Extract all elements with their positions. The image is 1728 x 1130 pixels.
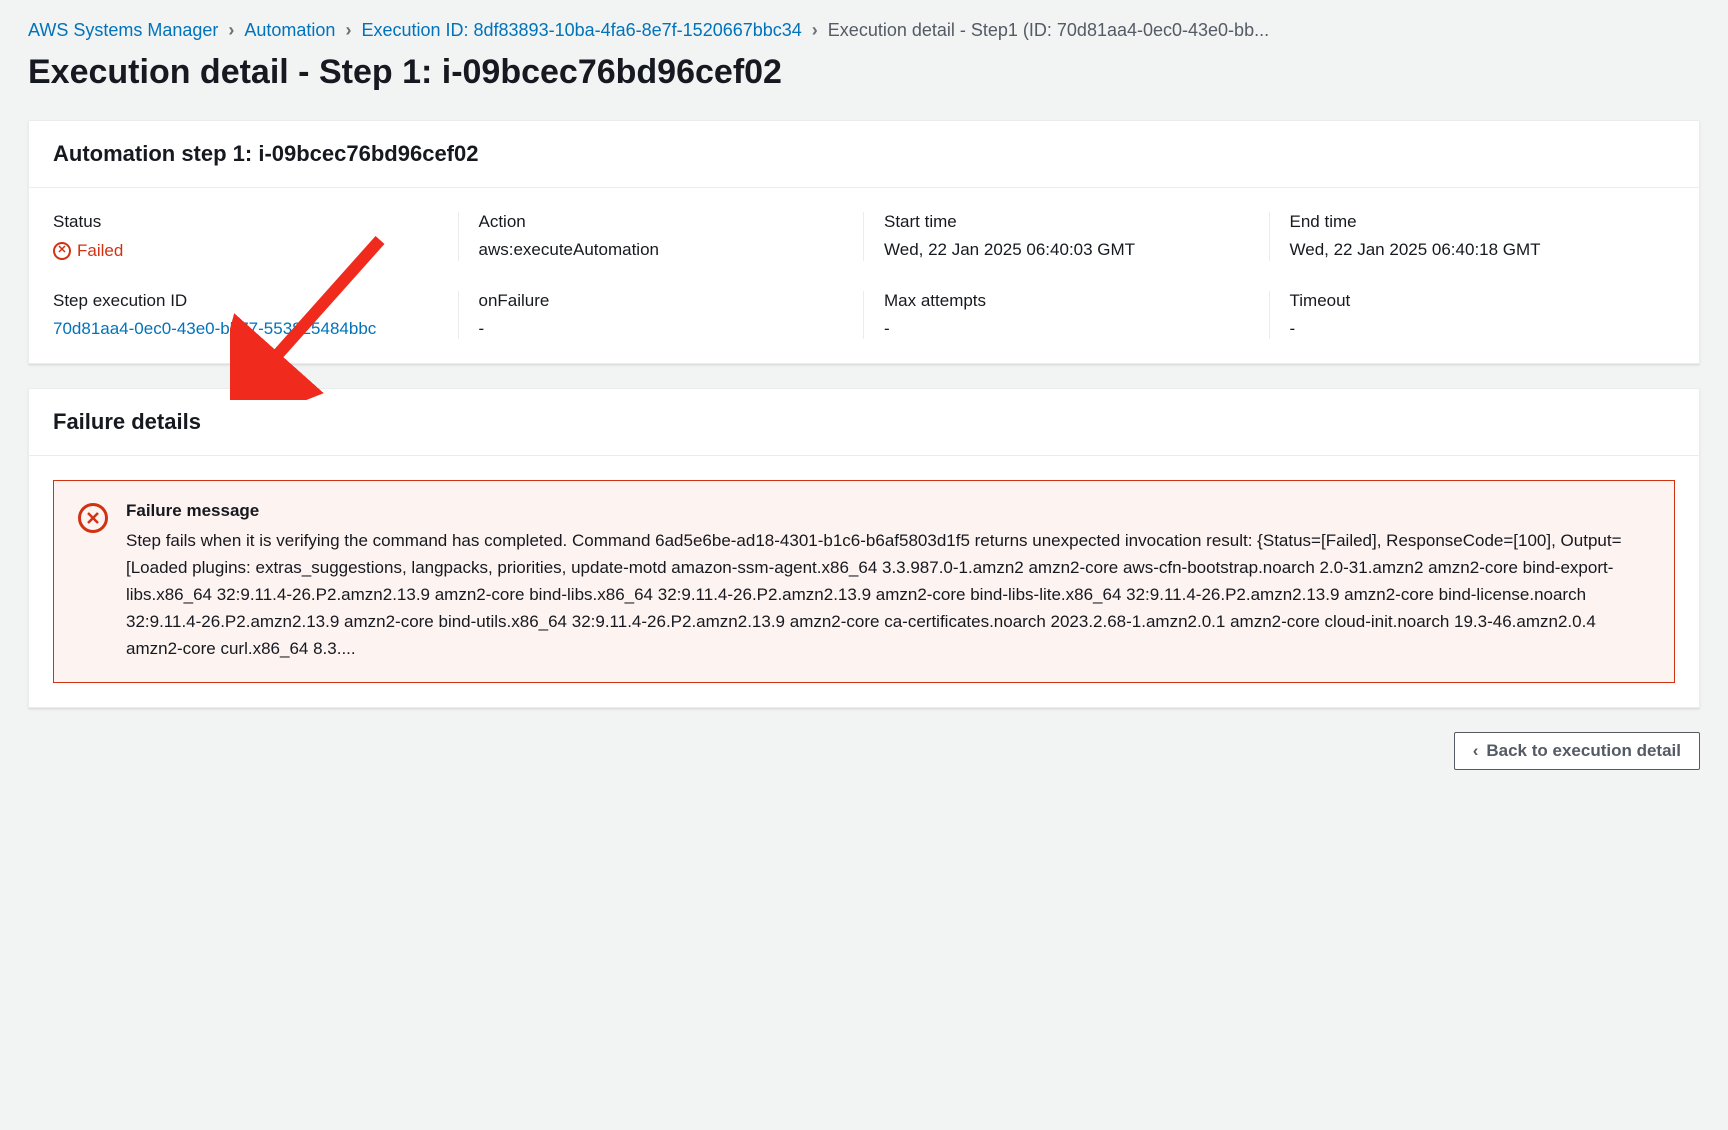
status-value: ✕ Failed — [53, 241, 123, 261]
end-time-label: End time — [1290, 212, 1656, 232]
automation-step-panel: Automation step 1: i-09bcec76bd96cef02 S… — [28, 120, 1700, 364]
field-onfailure: onFailure - — [459, 291, 865, 339]
automation-step-title: Automation step 1: i-09bcec76bd96cef02 — [53, 141, 1675, 167]
action-label: Action — [479, 212, 844, 232]
breadcrumb-link-automation[interactable]: Automation — [244, 20, 335, 41]
failure-message-title: Failure message — [126, 501, 1650, 521]
field-start-time: Start time Wed, 22 Jan 2025 06:40:03 GMT — [864, 212, 1270, 261]
field-step-execution-id: Step execution ID 70d81aa4-0ec0-43e0-bb7… — [53, 291, 459, 339]
failure-alert: Failure message Step fails when it is ve… — [53, 480, 1675, 684]
field-end-time: End time Wed, 22 Jan 2025 06:40:18 GMT — [1270, 212, 1676, 261]
onfailure-label: onFailure — [479, 291, 844, 311]
timeout-label: Timeout — [1290, 291, 1656, 311]
chevron-right-icon: › — [812, 20, 818, 41]
back-button-label: Back to execution detail — [1486, 741, 1681, 761]
start-time-label: Start time — [884, 212, 1249, 232]
field-timeout: Timeout - — [1270, 291, 1676, 339]
breadcrumb-link-systems-manager[interactable]: AWS Systems Manager — [28, 20, 218, 41]
status-text: Failed — [77, 241, 123, 261]
breadcrumb: AWS Systems Manager › Automation › Execu… — [28, 20, 1700, 41]
max-attempts-label: Max attempts — [884, 291, 1249, 311]
max-attempts-value: - — [884, 319, 1249, 339]
step-execution-id-value[interactable]: 70d81aa4-0ec0-43e0-bb77-553825484bbc — [53, 319, 438, 339]
field-status: Status ✕ Failed — [53, 212, 459, 261]
field-max-attempts: Max attempts - — [864, 291, 1270, 339]
start-time-value: Wed, 22 Jan 2025 06:40:03 GMT — [884, 240, 1249, 260]
error-circle-icon: ✕ — [53, 242, 71, 260]
chevron-left-icon: ‹ — [1473, 741, 1479, 761]
timeout-value: - — [1290, 319, 1656, 339]
breadcrumb-link-execution-id[interactable]: Execution ID: 8df83893-10ba-4fa6-8e7f-15… — [361, 20, 801, 41]
chevron-right-icon: › — [228, 20, 234, 41]
failure-details-panel: Failure details Failure message Step fai… — [28, 388, 1700, 709]
breadcrumb-current: Execution detail - Step1 (ID: 70d81aa4-0… — [828, 20, 1269, 41]
status-label: Status — [53, 212, 438, 232]
action-value: aws:executeAutomation — [479, 240, 844, 260]
error-circle-icon — [78, 503, 108, 533]
step-execution-id-label: Step execution ID — [53, 291, 438, 311]
end-time-value: Wed, 22 Jan 2025 06:40:18 GMT — [1290, 240, 1656, 260]
back-to-execution-detail-button[interactable]: ‹ Back to execution detail — [1454, 732, 1700, 770]
chevron-right-icon: › — [345, 20, 351, 41]
page-title: Execution detail - Step 1: i-09bcec76bd9… — [28, 53, 1700, 92]
onfailure-value: - — [479, 319, 844, 339]
failure-message-body: Step fails when it is verifying the comm… — [126, 527, 1650, 663]
failure-details-title: Failure details — [53, 409, 1675, 435]
field-action: Action aws:executeAutomation — [459, 212, 865, 261]
